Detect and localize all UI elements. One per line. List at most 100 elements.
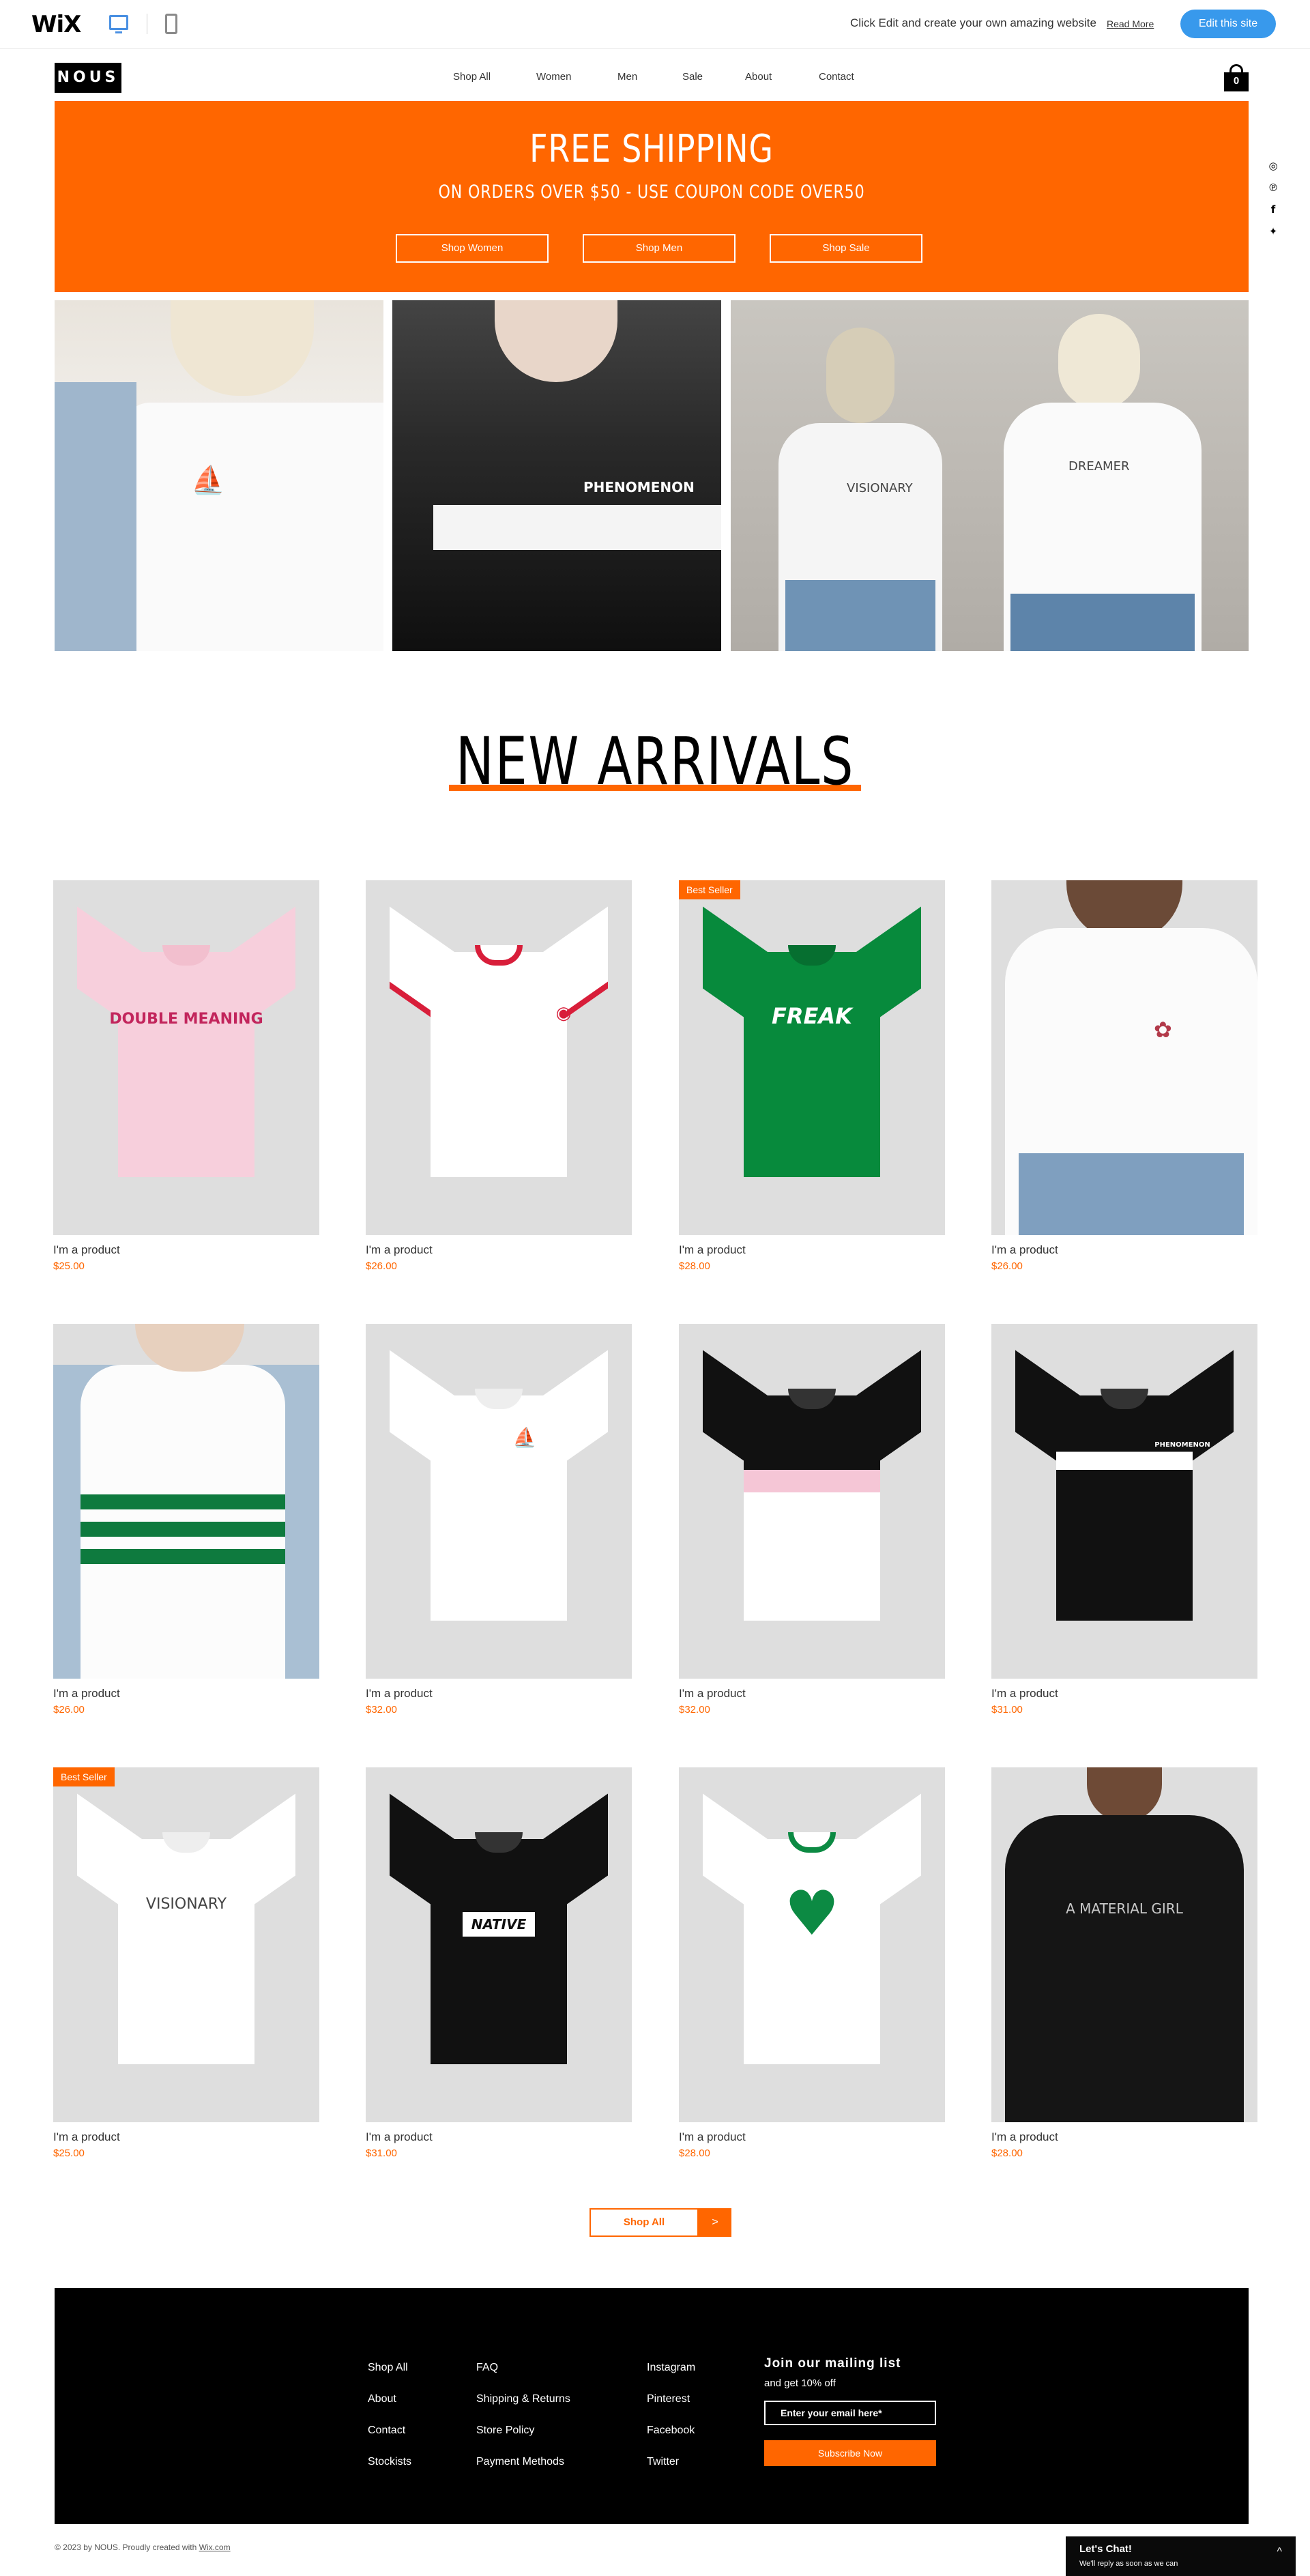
product-name[interactable]: I'm a product (53, 1243, 120, 1257)
footer-link-stockists[interactable]: Stockists (368, 2456, 411, 2468)
cart-button[interactable]: 0 (1224, 64, 1249, 91)
nav-women[interactable]: Women (536, 71, 571, 83)
product-name[interactable]: I'm a product (366, 1243, 433, 1257)
hero-print-dreamer: DREAMER (1068, 459, 1130, 474)
product-price: $26.00 (53, 1704, 85, 1716)
pinterest-icon[interactable]: ℗ (1266, 182, 1280, 195)
product-name[interactable]: I'm a product (679, 1687, 746, 1701)
product-image[interactable]: FREAK Best Seller (679, 880, 945, 1235)
product-image[interactable]: A MATERIAL GIRL (991, 1767, 1257, 2122)
product-print-text: DOUBLE MEANING (109, 1011, 263, 1028)
product-print-text: FREAK (772, 1003, 852, 1029)
product-image[interactable] (53, 1324, 319, 1679)
product-name[interactable]: I'm a product (366, 2130, 433, 2144)
hero-image-women[interactable]: ⛵ (55, 300, 383, 651)
wix-link[interactable]: Wix.com (199, 2543, 231, 2552)
product-name[interactable]: I'm a product (366, 1687, 433, 1701)
chat-widget[interactable]: Let's Chat! We'll reply as soon as we ca… (1066, 2536, 1296, 2576)
footer-link-twitter[interactable]: Twitter (647, 2456, 679, 2468)
product-name[interactable]: I'm a product (679, 2130, 746, 2144)
product-name[interactable]: I'm a product (991, 1687, 1058, 1701)
product-image[interactable]: ◉ (366, 880, 632, 1235)
product-price: $25.00 (53, 1260, 85, 1272)
model-jeans (1019, 1153, 1244, 1235)
shop-women-button[interactable]: Shop Women (396, 234, 549, 263)
site-footer: Shop All About Contact Stockists FAQ Shi… (55, 2288, 1249, 2524)
copyright: © 2023 by NOUS. Proudly created with Wix… (55, 2543, 231, 2552)
nav-men[interactable]: Men (617, 71, 637, 83)
product-image[interactable]: PHENOMENON (991, 1324, 1257, 1679)
ship-print-icon: ⛵ (191, 465, 225, 495)
footer-link-facebook[interactable]: Facebook (647, 2425, 695, 2437)
nav-about[interactable]: About (745, 71, 772, 83)
mailing-list-subtitle: and get 10% off (764, 2377, 836, 2389)
footer-link-shop-all[interactable]: Shop All (368, 2362, 408, 2374)
mobile-view-icon[interactable] (165, 14, 177, 34)
hero-image-men[interactable]: PHENOMENON (392, 300, 721, 651)
subscribe-button[interactable]: Subscribe Now (764, 2440, 936, 2466)
shop-sale-button[interactable]: Shop Sale (770, 234, 922, 263)
product-image[interactable]: ♥ (679, 1767, 945, 2122)
footer-link-instagram[interactable]: Instagram (647, 2362, 695, 2374)
product-price: $25.00 (53, 2147, 85, 2159)
hero-print-text: PHENOMENON (583, 479, 695, 495)
hero-face (495, 300, 617, 382)
product-image[interactable] (679, 1324, 945, 1679)
best-seller-badge: Best Seller (53, 1767, 115, 1786)
banner-title: FREE SHIPPING (529, 127, 774, 171)
product-name[interactable]: I'm a product (679, 1243, 746, 1257)
copyright-text: © 2023 by NOUS. Proudly created with (55, 2543, 199, 2552)
lips-print-icon: ◉ (555, 1003, 572, 1024)
product-image[interactable]: ✿ (991, 880, 1257, 1235)
model-shirt (1005, 1815, 1244, 2122)
edit-site-button[interactable]: Edit this site (1180, 10, 1276, 38)
footer-link-contact[interactable]: Contact (368, 2425, 405, 2437)
product-print-text: VISIONARY (145, 1896, 227, 1913)
banner-subtitle: ON ORDERS OVER $50 - USE COUPON CODE OVE… (438, 182, 865, 203)
shirt-stripe (81, 1549, 285, 1564)
chat-title: Let's Chat! (1079, 2543, 1132, 2555)
product-name[interactable]: I'm a product (53, 2130, 120, 2144)
instagram-icon[interactable]: ◎ (1266, 160, 1280, 173)
product-name[interactable]: I'm a product (53, 1687, 120, 1701)
flower-print-icon: ✿ (1154, 1017, 1172, 1042)
hero-jeans-right (1010, 594, 1195, 651)
product-price: $32.00 (679, 1704, 710, 1716)
footer-link-pinterest[interactable]: Pinterest (647, 2393, 690, 2405)
email-input[interactable] (764, 2401, 936, 2425)
desktop-view-icon[interactable] (109, 15, 128, 33)
product-price: $26.00 (366, 1260, 397, 1272)
product-price: $31.00 (366, 2147, 397, 2159)
shop-all-label[interactable]: Shop All (590, 2208, 699, 2237)
product-name[interactable]: I'm a product (991, 1243, 1058, 1257)
arrow-right-icon[interactable]: > (699, 2208, 731, 2237)
chevron-up-icon[interactable]: ^ (1277, 2546, 1282, 2558)
wix-logo[interactable]: WiX (31, 11, 81, 38)
footer-link-store-policy[interactable]: Store Policy (476, 2425, 534, 2437)
shirt-stripe (81, 1522, 285, 1537)
hero-print-visionary: VISIONARY (847, 481, 913, 495)
read-more-link[interactable]: Read More (1107, 18, 1154, 29)
footer-link-shipping[interactable]: Shipping & Returns (476, 2393, 570, 2405)
product-price: $26.00 (991, 1260, 1023, 1272)
footer-link-payment[interactable]: Payment Methods (476, 2456, 564, 2468)
facebook-icon[interactable]: f (1266, 203, 1280, 217)
product-name[interactable]: I'm a product (991, 2130, 1058, 2144)
hero-image-sale[interactable]: VISIONARY DREAMER (731, 300, 1249, 651)
shop-all-button[interactable]: Shop All > (590, 2208, 731, 2237)
product-price: $28.00 (991, 2147, 1023, 2159)
nav-sale[interactable]: Sale (682, 71, 703, 83)
product-image[interactable]: VISIONARY Best Seller (53, 1767, 319, 2122)
twitter-icon[interactable]: ✦ (1266, 225, 1280, 239)
product-image[interactable]: NATIVE (366, 1767, 632, 2122)
product-image[interactable]: DOUBLE MEANING (53, 880, 319, 1235)
footer-link-faq[interactable]: FAQ (476, 2362, 498, 2374)
nav-contact[interactable]: Contact (819, 71, 854, 83)
footer-link-about[interactable]: About (368, 2393, 396, 2405)
product-image[interactable]: ⛵ (366, 1324, 632, 1679)
shop-men-button[interactable]: Shop Men (583, 234, 736, 263)
nav-shop-all[interactable]: Shop All (453, 71, 491, 83)
chat-subtitle: We'll reply as soon as we can (1079, 2560, 1178, 2568)
product-price: $28.00 (679, 2147, 710, 2159)
wix-top-bar: WiX Click Edit and create your own amazi… (0, 0, 1310, 49)
